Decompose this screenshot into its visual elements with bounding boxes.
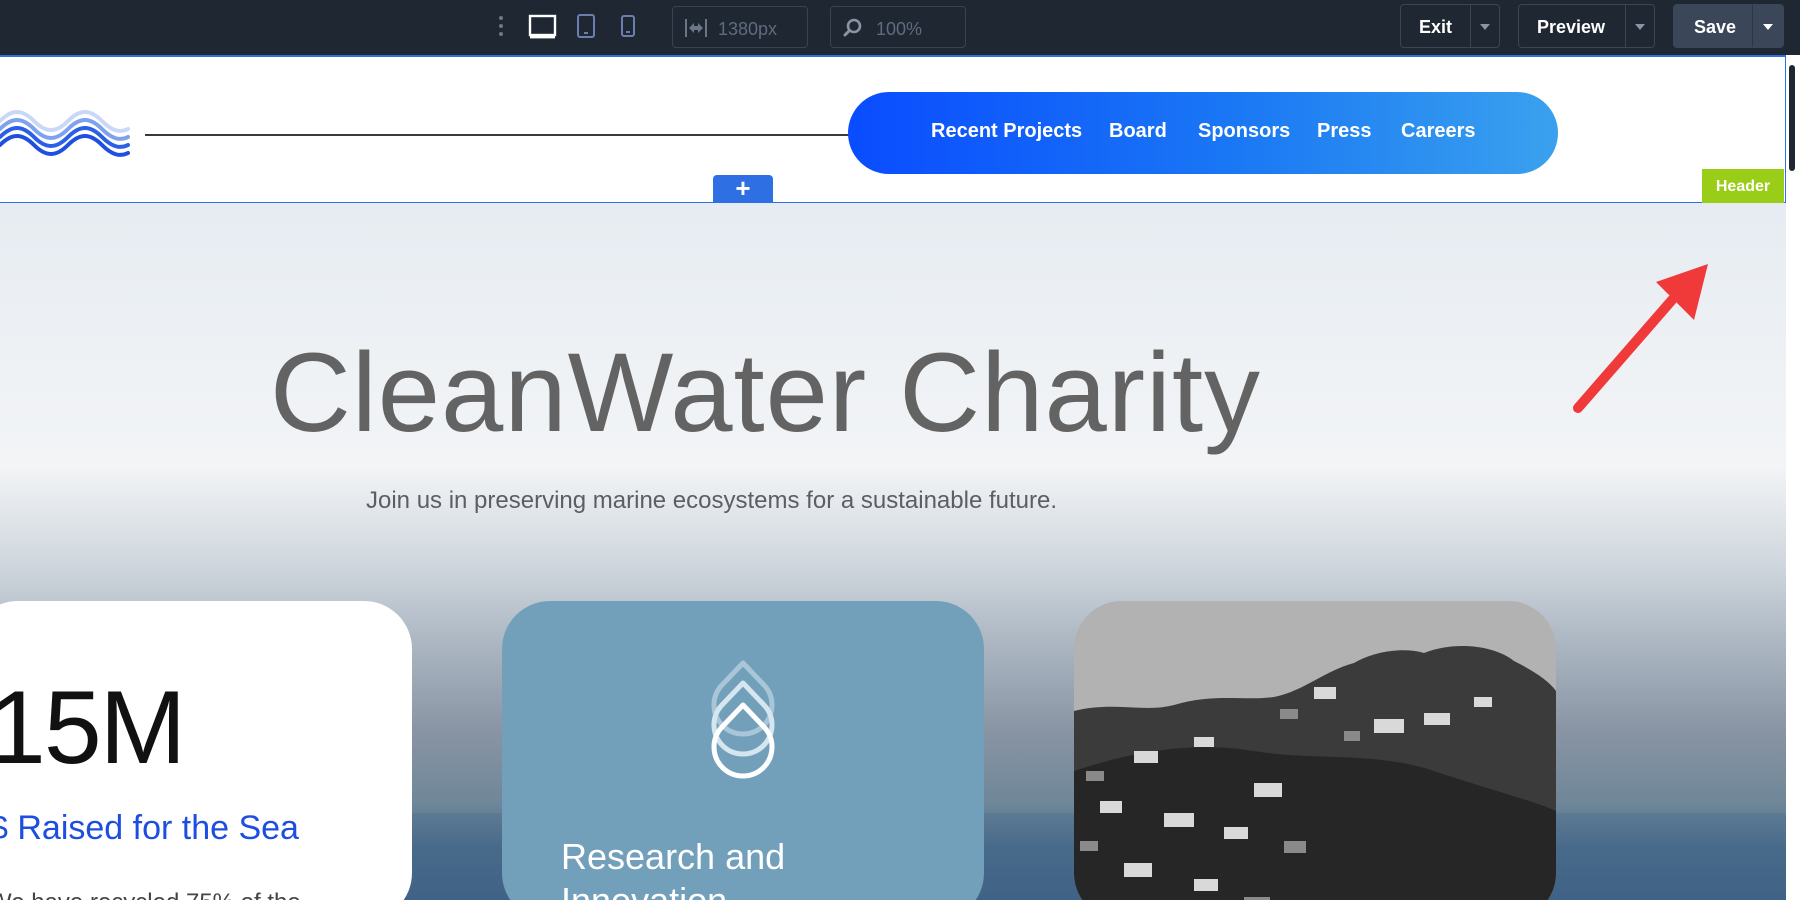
- desktop-view-icon[interactable]: [528, 13, 558, 40]
- annotation-arrow-icon: [1560, 260, 1710, 425]
- canvas-scrollbar[interactable]: [1789, 65, 1795, 171]
- stat-number: 15M: [0, 670, 186, 786]
- stat-description: We have recycled 75% of the: [0, 889, 301, 900]
- nav-item-careers[interactable]: Careers: [1401, 120, 1476, 143]
- preview-button[interactable]: Preview: [1518, 4, 1655, 48]
- stat-card: 15M $ Raised for the Sea We have recycle…: [0, 601, 412, 900]
- site-header-section[interactable]: Recent Projects Board Sponsors Press Car…: [0, 55, 1786, 205]
- hero-subtitle: Join us in preserving marine ecosystems …: [366, 487, 1057, 514]
- editor-toolbar: 1380px 100% Exit Preview Save: [0, 0, 1800, 55]
- header-divider-line: [145, 134, 855, 136]
- nav-item-board[interactable]: Board: [1109, 120, 1167, 143]
- save-dropdown-caret-icon[interactable]: [1763, 24, 1773, 30]
- editor-canvas: Recent Projects Board Sponsors Press Car…: [0, 55, 1800, 900]
- mobile-view-icon[interactable]: [619, 13, 637, 40]
- main-navigation: Recent Projects Board Sponsors Press Car…: [848, 92, 1558, 174]
- hero-section: CleanWater Charity Join us in preserving…: [0, 203, 1786, 900]
- stat-label: $ Raised for the Sea: [0, 809, 299, 847]
- exit-dropdown-caret-icon[interactable]: [1480, 24, 1490, 30]
- hero-title: CleanWater Charity: [270, 330, 1262, 455]
- exit-button[interactable]: Exit: [1400, 4, 1500, 48]
- water-drops-icon: [698, 659, 788, 804]
- add-section-button[interactable]: +: [713, 175, 773, 204]
- waves-logo-icon[interactable]: [0, 103, 135, 168]
- zoom-value: 100%: [876, 19, 923, 39]
- coastal-village-photo: [1074, 601, 1556, 900]
- research-title: Research and Innovation: [561, 836, 786, 900]
- more-options-icon[interactable]: [497, 14, 505, 38]
- save-button-label: Save: [1694, 17, 1737, 37]
- canvas-width-value: 1380px: [718, 19, 778, 39]
- preview-button-label: Preview: [1537, 17, 1606, 37]
- width-arrows-icon: [685, 19, 707, 37]
- nav-item-press[interactable]: Press: [1317, 120, 1372, 143]
- zoom-icon: [843, 18, 862, 37]
- canvas-width-field[interactable]: 1380px: [672, 6, 808, 48]
- section-label-text: Header: [1715, 178, 1771, 195]
- tablet-view-icon[interactable]: [576, 13, 596, 40]
- nav-item-sponsors[interactable]: Sponsors: [1198, 120, 1290, 143]
- plus-icon: +: [735, 173, 751, 203]
- preview-dropdown-caret-icon[interactable]: [1635, 24, 1645, 30]
- exit-button-label: Exit: [1419, 17, 1453, 37]
- nav-item-recent-projects[interactable]: Recent Projects: [931, 120, 1082, 143]
- section-label-tag[interactable]: Header: [1702, 169, 1784, 205]
- save-button[interactable]: Save: [1673, 4, 1784, 48]
- research-card: Research and Innovation: [502, 601, 984, 900]
- zoom-field[interactable]: 100%: [830, 6, 966, 48]
